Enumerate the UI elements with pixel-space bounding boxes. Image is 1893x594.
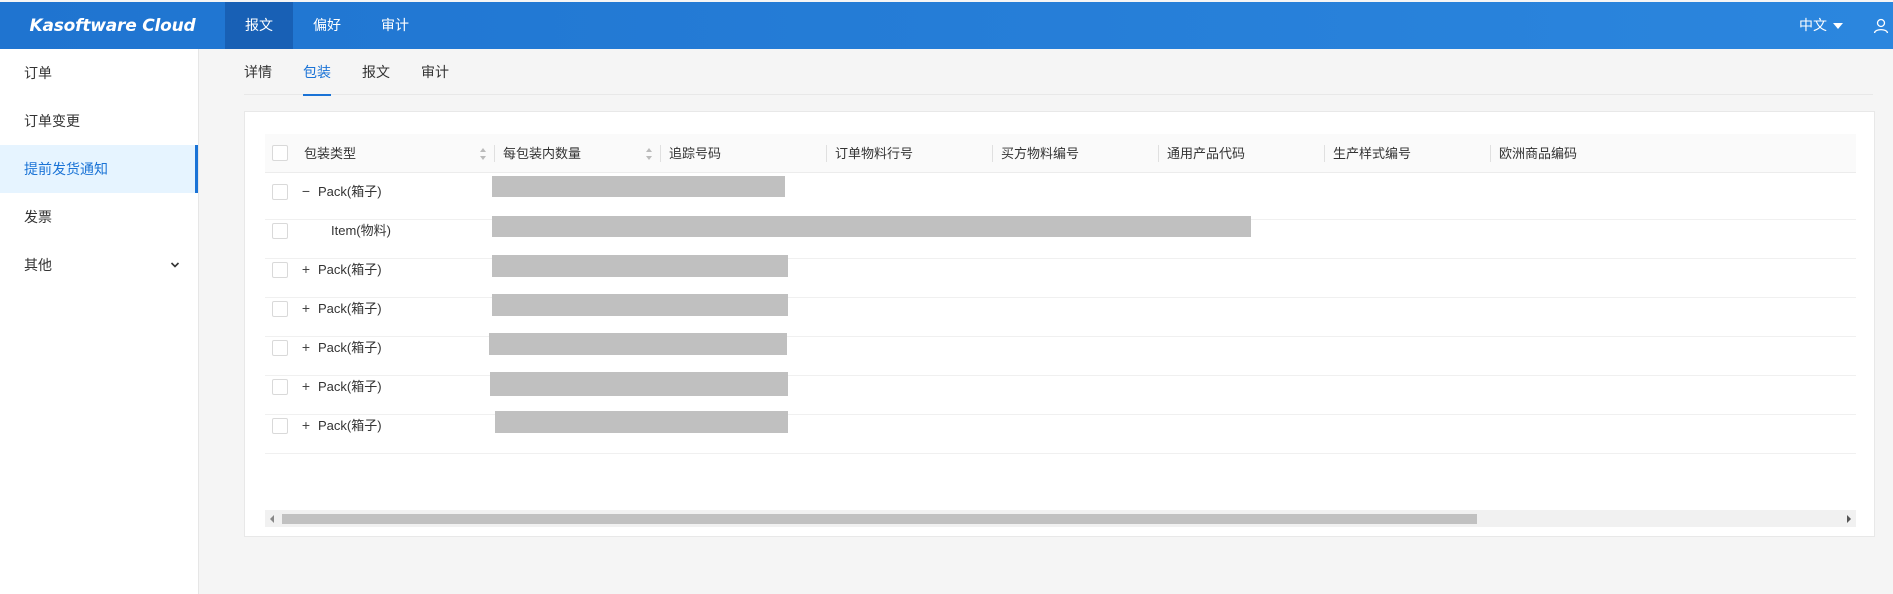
horizontal-scrollbar[interactable] — [265, 510, 1856, 527]
redacted-block — [492, 176, 785, 197]
sub-tabs: 详情 包装 报文 审计 — [244, 49, 1873, 96]
expand-icon[interactable]: + — [300, 418, 312, 432]
column-label: 包装类型 — [304, 146, 357, 161]
select-all-checkbox[interactable] — [272, 145, 288, 161]
packaging-card: 包装类型 每包装内数量 追踪号码 订单物料行号 买方物料编号 通用产品代码 生产… — [244, 111, 1875, 537]
collapse-icon[interactable]: − — [300, 184, 312, 198]
language-label: 中文 — [1799, 17, 1827, 33]
top-nav: 报文 偏好 审计 — [225, 2, 429, 49]
sort-icon[interactable] — [479, 147, 487, 161]
scrollbar-thumb[interactable] — [282, 514, 1477, 524]
sidebar-item-advance-shipping-notice[interactable]: 提前发货通知 — [0, 145, 198, 193]
tab-packaging[interactable]: 包装 — [303, 49, 331, 96]
package-type-cell: Pack(箱子) — [318, 184, 382, 199]
column-header-tracking-number[interactable]: 追踪号码 — [661, 134, 827, 173]
expand-icon[interactable]: + — [300, 262, 312, 276]
package-type-cell: Pack(箱子) — [318, 301, 382, 316]
tab-audit[interactable]: 审计 — [421, 49, 449, 95]
table-row[interactable]: + Pack(箱子) — [265, 407, 1856, 454]
language-selector[interactable]: 中文 — [1799, 2, 1843, 49]
column-label: 每包装内数量 — [503, 146, 582, 161]
sidebar-item-label: 订单 — [24, 65, 52, 81]
main-content: 详情 包装 报文 审计 包装类型 每包装内数量 追踪号码 订单物料行号 买方物料… — [200, 49, 1893, 594]
sidebar-item-label: 订单变更 — [24, 113, 80, 129]
top-bar: Kasoftware Cloud 报文 偏好 审计 中文 — [0, 2, 1893, 49]
row-checkbox[interactable] — [272, 418, 288, 434]
redacted-block — [490, 372, 788, 396]
tab-details[interactable]: 详情 — [244, 49, 272, 95]
row-checkbox[interactable] — [272, 262, 288, 278]
sidebar: 订单 订单变更 提前发货通知 发票 其他 — [0, 49, 199, 594]
sidebar-item-order-changes[interactable]: 订单变更 — [0, 97, 198, 145]
redacted-block — [492, 294, 788, 316]
caret-down-icon — [1833, 22, 1843, 29]
brand-logo[interactable]: Kasoftware Cloud — [0, 2, 225, 49]
expand-icon[interactable]: + — [300, 379, 312, 393]
sidebar-item-invoices[interactable]: 发票 — [0, 193, 198, 241]
package-type-cell: Pack(箱子) — [318, 340, 382, 355]
row-checkbox[interactable] — [272, 301, 288, 317]
scroll-left-icon[interactable] — [270, 515, 274, 523]
expand-icon[interactable]: + — [300, 340, 312, 354]
top-nav-audit[interactable]: 审计 — [361, 2, 429, 49]
top-nav-messages[interactable]: 报文 — [225, 2, 293, 49]
column-header-style-number[interactable]: 生产样式编号 — [1325, 134, 1491, 173]
column-header-ean[interactable]: 欧洲商品编码 — [1491, 134, 1657, 173]
row-checkbox[interactable] — [272, 340, 288, 356]
column-header-order-line[interactable]: 订单物料行号 — [827, 134, 993, 173]
user-icon[interactable] — [1873, 18, 1889, 34]
sidebar-item-other[interactable]: 其他 — [0, 241, 198, 289]
chevron-down-icon — [170, 262, 180, 268]
table-header: 包装类型 每包装内数量 追踪号码 订单物料行号 买方物料编号 通用产品代码 生产… — [265, 134, 1856, 173]
package-type-cell: Pack(箱子) — [318, 262, 382, 277]
sidebar-item-label: 其他 — [24, 257, 52, 273]
redacted-block — [495, 411, 788, 433]
sidebar-item-orders[interactable]: 订单 — [0, 49, 198, 97]
row-checkbox[interactable] — [272, 223, 288, 239]
sidebar-item-label: 提前发货通知 — [24, 161, 108, 177]
package-type-cell: Pack(箱子) — [318, 379, 382, 394]
expand-icon[interactable]: + — [300, 301, 312, 315]
column-header-upc[interactable]: 通用产品代码 — [1159, 134, 1325, 173]
packaging-table: 包装类型 每包装内数量 追踪号码 订单物料行号 买方物料编号 通用产品代码 生产… — [265, 134, 1856, 527]
column-header-package-type[interactable]: 包装类型 — [296, 134, 495, 173]
scroll-right-icon[interactable] — [1847, 515, 1851, 523]
package-type-cell: Pack(箱子) — [318, 418, 382, 433]
sort-icon[interactable] — [645, 147, 653, 161]
redacted-block — [492, 216, 1251, 237]
column-header-buyer-part[interactable]: 买方物料编号 — [993, 134, 1159, 173]
redacted-block — [489, 333, 787, 355]
redacted-block — [492, 255, 788, 277]
top-nav-preferences[interactable]: 偏好 — [293, 2, 361, 49]
column-header-qty-per-pack[interactable]: 每包装内数量 — [495, 134, 661, 173]
row-checkbox[interactable] — [272, 184, 288, 200]
tab-messages[interactable]: 报文 — [362, 49, 390, 95]
package-type-cell: Item(物料) — [331, 223, 391, 238]
row-checkbox[interactable] — [272, 379, 288, 395]
sidebar-item-label: 发票 — [24, 209, 52, 225]
